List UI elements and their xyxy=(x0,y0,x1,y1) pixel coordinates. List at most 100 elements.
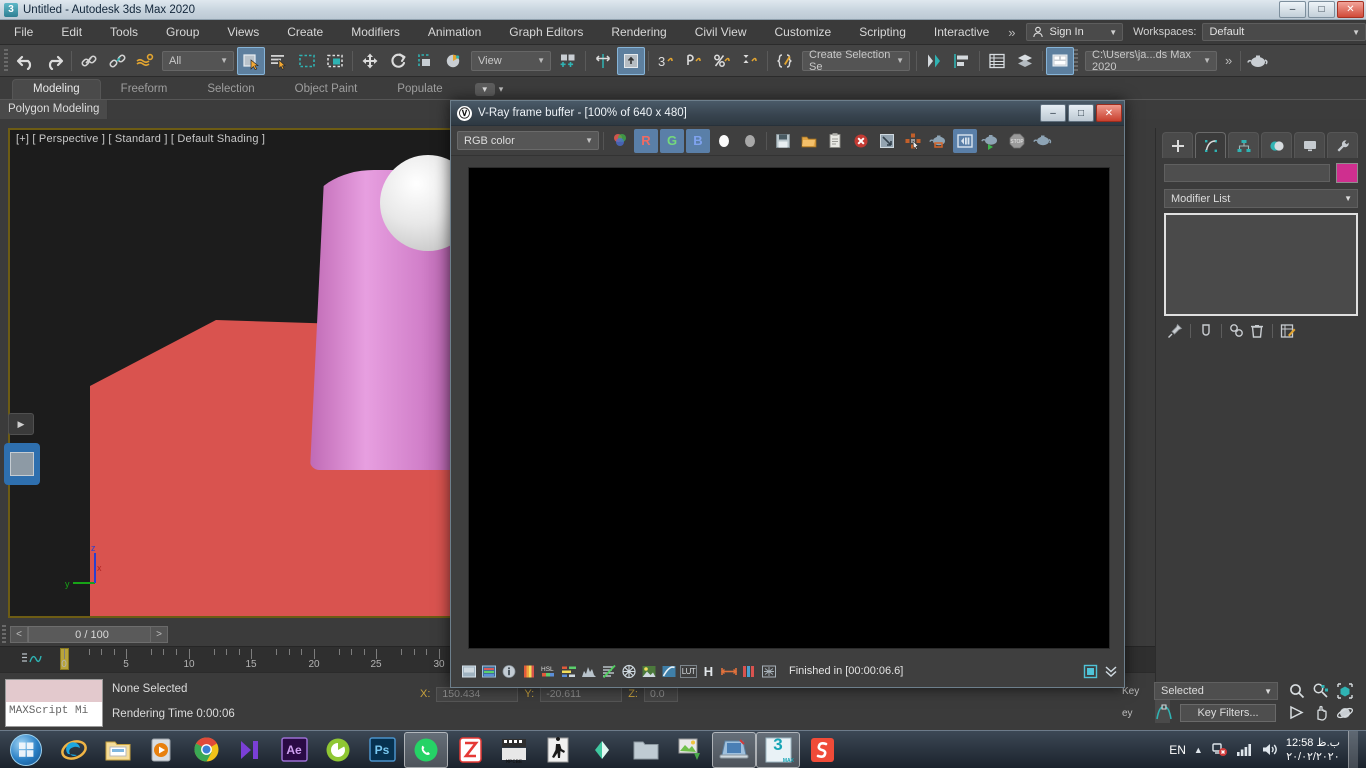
menu-tools[interactable]: Tools xyxy=(96,20,152,45)
duplicate-vfb-icon[interactable] xyxy=(875,129,899,153)
unlink-icon[interactable] xyxy=(103,47,131,75)
region-render-icon[interactable] xyxy=(953,128,977,153)
background-icon[interactable] xyxy=(759,662,778,680)
folder-icon[interactable] xyxy=(624,732,668,768)
pan-icon[interactable] xyxy=(1312,704,1330,722)
color-balance-icon[interactable] xyxy=(659,662,678,680)
ribbon-minimize-control[interactable]: ▼ ▾ xyxy=(474,83,503,99)
angle-snap-icon[interactable] xyxy=(680,47,708,75)
start-render-icon[interactable] xyxy=(979,129,1003,153)
layer-explorer-icon[interactable] xyxy=(1011,47,1039,75)
select-link-icon[interactable] xyxy=(75,47,103,75)
menu-overflow-chevron[interactable]: » xyxy=(1003,25,1020,40)
percent-snap-icon[interactable] xyxy=(708,47,736,75)
object-color-swatch[interactable] xyxy=(1336,163,1358,183)
render-last-icon[interactable] xyxy=(927,129,951,153)
use-pivot-point-icon[interactable] xyxy=(554,47,582,75)
select-by-name-icon[interactable] xyxy=(265,47,293,75)
viewport-expand-button[interactable]: ▶ xyxy=(8,413,34,435)
spinner-snap-icon[interactable] xyxy=(736,47,764,75)
remove-modifier-icon[interactable] xyxy=(1248,322,1266,340)
maxscript-input-field[interactable] xyxy=(6,680,102,702)
bind-space-warp-icon[interactable] xyxy=(131,47,159,75)
menu-interactive[interactable]: Interactive xyxy=(920,20,1003,45)
coord-y-input[interactable]: -20.611 xyxy=(540,686,623,702)
red-channel-icon[interactable]: R xyxy=(634,128,658,153)
sketch-icon[interactable] xyxy=(580,732,624,768)
viewport-label[interactable]: [+] [ Perspective ] [ Standard ] [ Defau… xyxy=(16,133,265,145)
clipboard-icon[interactable] xyxy=(823,129,847,153)
tray-chevron-up-icon[interactable]: ▲ xyxy=(1194,745,1203,755)
file-explorer-icon[interactable] xyxy=(96,732,140,768)
toolbar-grip[interactable] xyxy=(4,48,8,73)
layers-icon[interactable] xyxy=(479,662,498,680)
menu-animation[interactable]: Animation xyxy=(414,20,495,45)
color-corrections-icon[interactable] xyxy=(559,662,578,680)
open-mini-curve-editor-icon[interactable] xyxy=(20,651,44,667)
signal-icon[interactable] xyxy=(1236,742,1253,757)
menu-views[interactable]: Views xyxy=(213,20,273,45)
select-object-icon[interactable] xyxy=(237,46,265,75)
green-channel-icon[interactable]: G xyxy=(660,128,684,153)
volume-icon[interactable] xyxy=(1261,742,1278,757)
mirror-icon[interactable] xyxy=(589,47,617,75)
redo-icon[interactable] xyxy=(40,47,68,75)
object-name-input[interactable] xyxy=(1164,164,1330,182)
exposure-icon[interactable] xyxy=(519,662,538,680)
info-icon[interactable] xyxy=(499,662,518,680)
menu-group[interactable]: Group xyxy=(152,20,213,45)
clear-image-icon[interactable] xyxy=(849,129,873,153)
placement-tool-icon[interactable] xyxy=(440,47,468,75)
modifier-list-dropdown[interactable]: Modifier List ▼ xyxy=(1164,189,1358,208)
current-frame-field[interactable]: 0 / 100 xyxy=(28,626,156,643)
levels-icon[interactable] xyxy=(579,662,598,680)
ribbon-tab-modeling[interactable]: Modeling xyxy=(12,79,101,99)
3ds-max-icon[interactable]: 3 MAX xyxy=(756,731,800,768)
render-teapot-icon[interactable] xyxy=(1031,129,1055,153)
key-tangent-icon[interactable] xyxy=(1154,704,1176,722)
save-image-icon[interactable] xyxy=(771,129,795,153)
configure-sets-icon[interactable] xyxy=(1279,322,1297,340)
vray-frame-buffer-window[interactable]: Ⓥ V-Ray frame buffer - [100% of 640 x 48… xyxy=(450,100,1125,688)
vfb-maximize-button[interactable]: □ xyxy=(1068,104,1094,122)
pin-stack-icon[interactable] xyxy=(1166,322,1184,340)
next-frame-button[interactable]: > xyxy=(150,626,168,643)
hierarchy-tab[interactable] xyxy=(1228,132,1259,158)
select-and-move-icon[interactable] xyxy=(356,47,384,75)
load-image-icon[interactable] xyxy=(797,129,821,153)
internet-explorer-icon[interactable] xyxy=(52,732,96,768)
maxscript-mini-listener[interactable]: MAXScript Mi xyxy=(5,679,103,727)
make-unique-icon[interactable] xyxy=(1228,322,1246,340)
maximize-button[interactable]: □ xyxy=(1308,1,1335,18)
zoom-all-icon[interactable] xyxy=(1312,682,1330,700)
menu-file[interactable]: File xyxy=(0,20,47,45)
modifier-stack-list[interactable] xyxy=(1164,213,1358,316)
modify-tab[interactable] xyxy=(1195,132,1226,158)
vfb-channel-dropdown[interactable]: RGB color ▼ xyxy=(457,131,599,150)
menu-scripting[interactable]: Scripting xyxy=(845,20,920,45)
expand-panel-icon[interactable] xyxy=(1104,664,1118,678)
zoomit-icon[interactable] xyxy=(448,732,492,768)
show-desktop-button[interactable] xyxy=(1348,730,1358,768)
reference-coordinate-dropdown[interactable]: View ▼ xyxy=(471,50,551,71)
prev-frame-button[interactable]: < xyxy=(10,626,28,643)
sign-in-dropdown[interactable]: Sign In ▼ xyxy=(1026,23,1124,41)
close-button[interactable]: ✕ xyxy=(1337,1,1364,18)
mpc-be-icon[interactable]: MPCBE xyxy=(492,732,536,768)
menu-graph-editors[interactable]: Graph Editors xyxy=(495,20,597,45)
mirror-panel-icon[interactable] xyxy=(920,47,948,75)
undo-icon[interactable] xyxy=(12,47,40,75)
create-tab[interactable] xyxy=(1162,132,1193,158)
lut-icon[interactable]: LUT xyxy=(679,662,698,680)
blue-channel-icon[interactable]: B xyxy=(686,128,710,153)
alpha-channel-icon[interactable] xyxy=(712,129,736,153)
orbit-icon[interactable] xyxy=(1336,704,1354,722)
google-chrome-icon[interactable] xyxy=(184,732,228,768)
menu-rendering[interactable]: Rendering xyxy=(597,20,680,45)
greenshot-icon[interactable] xyxy=(316,732,360,768)
photo-gallery-icon[interactable] xyxy=(668,732,712,768)
snagit-icon[interactable] xyxy=(800,732,844,768)
select-and-scale-icon[interactable] xyxy=(412,47,440,75)
toolbar-overflow-chevron[interactable]: » xyxy=(1220,53,1237,68)
window-crossing-icon[interactable] xyxy=(321,47,349,75)
